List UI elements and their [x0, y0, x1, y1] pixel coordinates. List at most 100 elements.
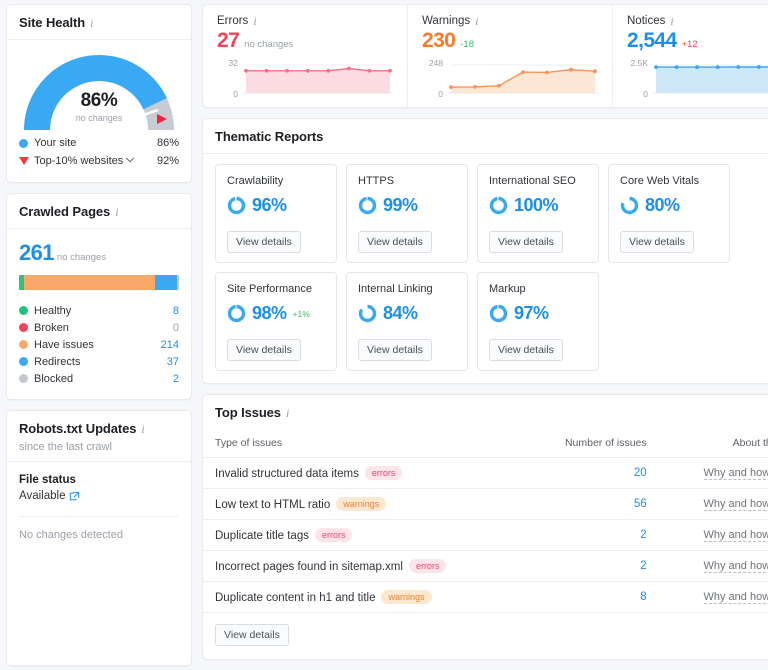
thematic-card-name: Markup [489, 283, 526, 295]
thematic-card-value: 100% [514, 195, 559, 215]
stat-sparkline: 32 0 [217, 58, 393, 99]
crawled-pages-body: 261 no changes Healthy 8 Broken 0 Have issues… [7, 229, 191, 399]
fix-link[interactable]: Why and how to fix it [703, 498, 768, 511]
thematic-card[interactable]: Internal Linking 84% View details [346, 272, 468, 371]
issue-count-cell[interactable]: 2 [525, 550, 659, 582]
crawled-pages-row-value[interactable]: 8 [173, 305, 179, 317]
issue-count-cell[interactable]: 56 [525, 488, 659, 520]
thematic-card[interactable]: Site Performance 98% +1% View details [215, 272, 337, 371]
table-row: Duplicate content in h1 and title warning… [203, 581, 768, 613]
crawled-pages-row-label: Blocked [34, 372, 74, 385]
site-health-gauge: 86% no changes [19, 50, 179, 134]
fix-link[interactable]: Why and how to fix it [703, 467, 768, 480]
sparkline-axis: 248 0 [422, 58, 448, 99]
file-status-value: Available [19, 490, 66, 502]
blue-dot-icon [19, 138, 28, 148]
gauge-center-label: 86% no changes [19, 90, 179, 123]
legend-value-your-site: 86% [156, 137, 179, 149]
fix-link[interactable]: Why and how to fix it [703, 529, 768, 542]
legend-item-top10[interactable]: Top-10% websites 92% [19, 152, 179, 170]
thematic-value-row: 84% [358, 303, 457, 324]
issue-type-label: Duplicate content in h1 and title [215, 592, 376, 604]
stat-delta: +12 [681, 39, 698, 50]
thematic-card-value: 96% [252, 195, 287, 215]
table-row: Invalid structured data items errors 20 Why… [203, 457, 768, 489]
right-column: Errors i 27 no changes 32 0 Warnings i 230 -18 248… [202, 4, 768, 666]
issue-about-cell: Why and how to fix it [658, 550, 768, 582]
stacked-bar-segment [154, 275, 178, 290]
info-icon[interactable]: i [141, 423, 144, 435]
status-dot-icon [19, 374, 28, 383]
issue-type-label: Incorrect pages found in sitemap.xml [215, 561, 403, 573]
issue-count-cell[interactable]: 8 [525, 581, 659, 613]
issue-type-cell: Duplicate title tags errors [203, 519, 526, 551]
stat-card-notices: Notices i 2,544 +12 2.5K 0 [613, 5, 768, 107]
crawled-pages-row-value[interactable]: 214 [161, 339, 179, 351]
crawled-pages-row-value: 0 [172, 321, 179, 334]
view-details-button[interactable]: View details [489, 339, 563, 361]
thematic-card-name: Internal Linking [358, 283, 433, 295]
issue-count-cell[interactable]: 20 [525, 457, 659, 489]
stat-delta: no changes [244, 39, 294, 50]
crawled-pages-row-value[interactable]: 2 [173, 373, 179, 385]
thematic-card-value: 80% [645, 195, 680, 215]
thematic-card[interactable]: HTTPS 99% View details [346, 164, 468, 263]
site-health-title: Site Health [19, 15, 86, 30]
info-icon[interactable]: i [670, 15, 673, 27]
stat-label: Warnings [422, 15, 471, 27]
external-link-icon[interactable] [69, 491, 80, 502]
status-dot-icon [19, 306, 28, 315]
dashboard-root: Site Health i 86% no changes Your site 8… [0, 0, 768, 670]
info-icon[interactable]: i [253, 15, 256, 27]
fix-link[interactable]: Why and how to fix it [703, 591, 768, 604]
view-details-button[interactable]: View details [358, 339, 432, 361]
thematic-card-value: 99% [383, 195, 418, 215]
issue-count-cell[interactable]: 2 [525, 519, 659, 551]
sparkline-svg [243, 64, 393, 94]
view-details-button[interactable]: View details [215, 624, 289, 646]
view-details-button[interactable]: View details [358, 231, 432, 253]
thematic-value-row: 96% [227, 195, 326, 216]
table-row: Incorrect pages found in sitemap.xml erro… [203, 550, 768, 582]
info-icon[interactable]: i [115, 206, 118, 218]
crawled-pages-row: Redirects 37 [19, 353, 179, 370]
legend-label-top10-text: Top-10% websites [34, 155, 124, 167]
robots-note: No changes detected [19, 529, 123, 541]
thematic-header: Thematic Reports [203, 119, 768, 154]
issue-type-label: Duplicate title tags [215, 530, 309, 542]
issue-about-cell: Why and how to fix it [658, 457, 768, 489]
thematic-card[interactable]: Crawlability 96% View details [215, 164, 337, 263]
view-details-button[interactable]: View details [620, 231, 694, 253]
thematic-value-row: 97% [489, 303, 588, 324]
table-header: Type of issues Number of issues About th… [203, 429, 768, 458]
crawled-pages-count: 261 [19, 240, 55, 265]
stat-value: 230 [422, 29, 456, 52]
crawled-pages-row-value[interactable]: 37 [167, 356, 179, 368]
thematic-card[interactable]: Core Web Vitals 80% View details [608, 164, 730, 263]
info-icon[interactable]: i [286, 407, 289, 419]
info-icon[interactable]: i [90, 17, 93, 29]
legend-label-top10: Top-10% websites [34, 153, 157, 167]
site-health-change: no changes [75, 113, 123, 123]
status-dot-icon [19, 323, 28, 332]
fix-link[interactable]: Why and how to fix it [703, 560, 768, 573]
thematic-card[interactable]: International SEO 100% View details [477, 164, 599, 263]
thematic-value-row: 100% [489, 195, 588, 216]
chevron-down-icon[interactable] [126, 153, 135, 163]
stat-value: 27 [217, 29, 240, 52]
stacked-bar-segment [177, 275, 179, 290]
stats-card: Errors i 27 no changes 32 0 Warnings i 230 -18 248… [202, 4, 768, 108]
crawled-pages-row: Broken 0 [19, 319, 179, 336]
view-details-button[interactable]: View details [227, 339, 301, 361]
stat-delta: -18 [460, 39, 474, 50]
thematic-card[interactable]: Markup 97% View details [477, 272, 599, 371]
issue-about-cell: Why and how to fix it [658, 488, 768, 520]
crawled-pages-count-row: 261 no changes [19, 240, 179, 266]
axis-tick-bottom: 0 [438, 89, 443, 99]
view-details-button[interactable]: View details [227, 231, 301, 253]
donut-progress-icon [358, 304, 377, 323]
view-details-button[interactable]: View details [489, 231, 563, 253]
donut-progress-icon [620, 196, 639, 215]
thematic-card-name: International SEO [489, 175, 576, 187]
info-icon[interactable]: i [475, 15, 478, 27]
